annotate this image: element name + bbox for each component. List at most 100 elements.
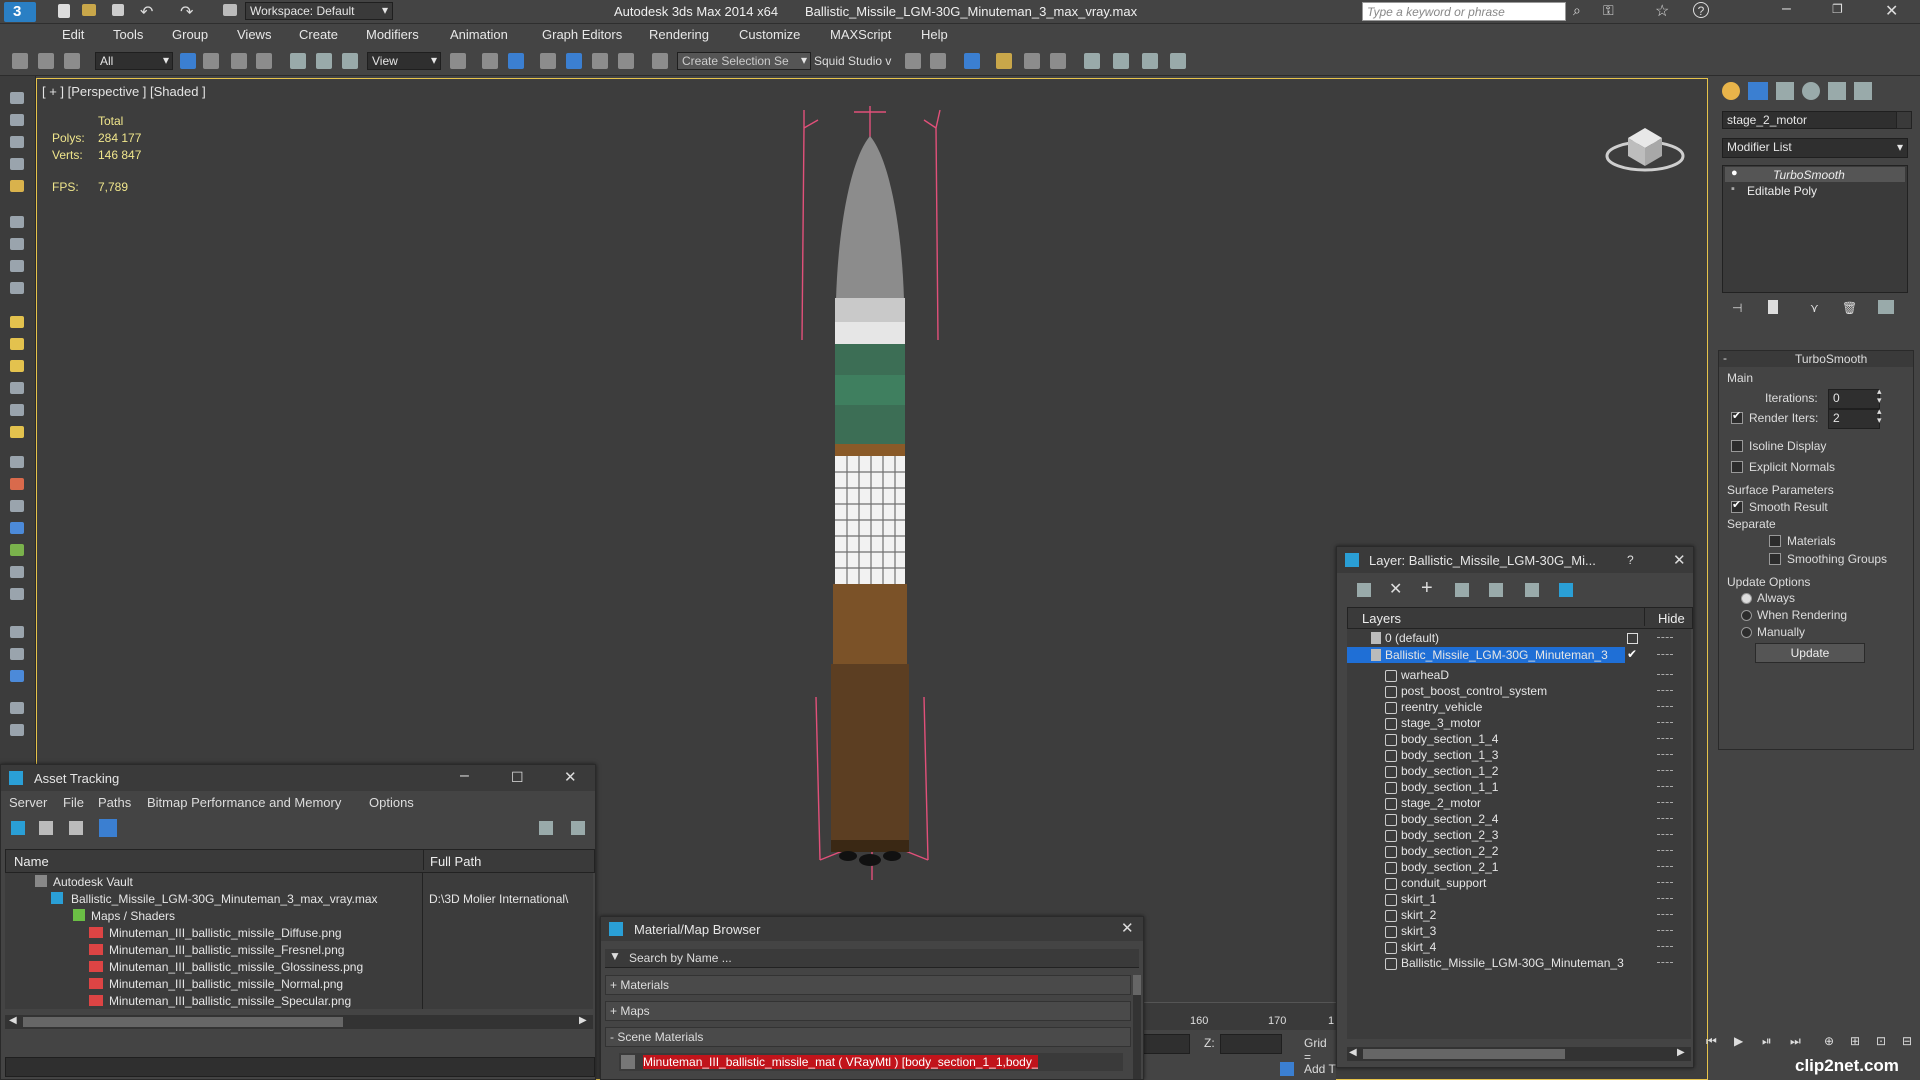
layer-object-row[interactable]: body_section_2_1 [1347,859,1689,875]
hide-toggle[interactable] [1657,754,1673,756]
maps-group[interactable]: + Maps [605,1001,1131,1021]
snap-icon[interactable] [540,53,556,69]
menu-options[interactable]: Options [369,795,414,810]
menu-animation[interactable]: Animation [450,27,508,42]
render-iters-spinner[interactable]: 2 [1828,409,1880,429]
add-to-layer-icon[interactable]: + [1421,577,1433,600]
open-file-icon[interactable] [82,4,96,16]
rect-selection-icon[interactable] [231,53,247,69]
always-radio[interactable] [1741,593,1752,604]
material-editor-icon[interactable] [1084,53,1100,69]
selection-filter-dropdown[interactable]: All ▾ [95,52,173,70]
z-coordinate-field[interactable] [1220,1034,1282,1054]
layer-object-row[interactable]: stage_2_motor [1347,795,1689,811]
maximize-icon[interactable]: ☐ [511,769,524,786]
hide-toggle[interactable] [1657,930,1673,932]
move-icon[interactable] [290,53,306,69]
help-icon[interactable]: ? [1693,2,1709,18]
rollout-header[interactable]: - TurboSmooth [1719,351,1913,367]
close-icon[interactable]: ✕ [1885,1,1898,21]
remove-modifier-icon[interactable]: 🗑 [1842,301,1857,315]
menu-create[interactable]: Create [299,27,338,42]
materials-group[interactable]: + Materials [605,975,1131,995]
render-production-icon[interactable] [1170,53,1186,69]
hide-toggle[interactable] [1657,802,1673,804]
checkmark-icon[interactable]: ✔ [1627,647,1637,661]
hide-toggle[interactable] [1657,898,1673,900]
layer-object-row[interactable]: body_section_2_2 [1347,843,1689,859]
manipulate-icon[interactable] [482,53,498,69]
maximize-icon[interactable]: ❐ [1832,2,1843,16]
layer-object-row[interactable]: skirt_2 [1347,907,1689,923]
project-folder-icon[interactable] [223,4,237,16]
tool-icon-1[interactable] [10,92,24,104]
tool-icon-23[interactable] [10,626,24,638]
tool-icon-5[interactable] [10,180,24,192]
layer-object-row[interactable]: post_boost_control_system [1347,683,1689,699]
tool-icon-14[interactable] [10,404,24,416]
mirror-icon[interactable] [905,53,921,69]
menu-paths[interactable]: Paths [98,795,131,810]
table-row[interactable]: Minuteman_III_ballistic_missile_Fresnel.… [5,941,593,957]
layer-object-row[interactable]: skirt_1 [1347,891,1689,907]
scroll-left-icon[interactable]: ◀ [1349,1047,1357,1058]
missile-model[interactable] [780,100,960,890]
menu-edit[interactable]: Edit [62,27,84,42]
hide-toggle[interactable] [1657,834,1673,836]
viewport-label[interactable]: [ + ] [Perspective ] [Shaded ] [42,84,206,99]
tool-icon-12[interactable] [10,360,24,372]
save-file-icon[interactable] [112,4,124,16]
hierarchy-tab-icon[interactable] [1776,82,1794,100]
menu-modifiers[interactable]: Modifiers [366,27,419,42]
layer-window-titlebar[interactable]: Layer: Ballistic_Missile_LGM-30G_Mi... ?… [1337,547,1693,573]
bind-spacewarp-icon[interactable] [64,53,80,69]
scrollbar-thumb[interactable] [1363,1049,1565,1059]
table-row[interactable]: Minuteman_III_ballistic_missile_Specular… [5,992,593,1008]
horizontal-scrollbar[interactable]: ◀ ▶ [5,1015,593,1029]
material-browser-titlebar[interactable]: Material/Map Browser ✕ [601,917,1143,941]
layer-object-row[interactable]: body_section_1_2 [1347,763,1689,779]
close-icon[interactable]: ✕ [1121,919,1134,937]
isoline-display-checkbox[interactable] [1731,440,1743,452]
expand-icon[interactable]: ▪ [1731,183,1735,195]
scene-materials-group[interactable]: - Scene Materials [605,1027,1131,1047]
object-name-field[interactable]: stage_2_motor [1722,111,1900,129]
table-view-icon[interactable] [99,819,117,837]
render-setup-icon[interactable] [1113,53,1129,69]
schematic-view-icon[interactable] [1050,53,1066,69]
column-path-header[interactable]: Full Path [430,854,481,869]
zoom-extents-icon[interactable]: ⊡ [1876,1034,1886,1048]
play-icon[interactable]: ▶ [1734,1034,1743,1048]
scrollbar-thumb[interactable] [1133,975,1141,995]
menu-file[interactable]: File [63,795,84,810]
display-tab-icon[interactable] [1828,82,1846,100]
create-layer-icon[interactable] [1357,583,1371,597]
zoom-all-icon[interactable]: ⊞ [1850,1034,1860,1048]
minimize-icon[interactable]: – [460,767,469,785]
menu-bitmap-performance[interactable]: Bitmap Performance and Memory [147,795,341,810]
squid-studio-label[interactable]: Squid Studio v [814,54,891,68]
reference-coordinate-dropdown[interactable]: View ▾ [367,52,441,70]
app-menu-button[interactable]: 3 [4,2,36,22]
workspace-dropdown[interactable]: Workspace: Default ▾ [245,2,393,20]
maximize-viewport-icon[interactable]: ⊟ [1902,1034,1912,1048]
layers-column-header[interactable]: Layers [1362,611,1401,626]
tool-icon-13[interactable] [10,382,24,394]
pin-stack-icon[interactable]: ⊣ [1732,301,1742,315]
hide-toggle[interactable] [1657,674,1673,676]
hide-toggle[interactable] [1657,738,1673,740]
menu-maxscript[interactable]: MAXScript [830,27,891,42]
layer-manager-icon[interactable] [964,53,980,69]
undo-icon[interactable]: ↶ [140,2,153,22]
menu-help[interactable]: Help [921,27,948,42]
separate-smoothing-groups-checkbox[interactable] [1769,553,1781,565]
layer-horizontal-scrollbar[interactable]: ◀ ▶ [1347,1047,1691,1061]
hide-toggle[interactable] [1657,722,1673,724]
tool-icon-15[interactable] [10,426,24,438]
list-view-icon[interactable] [39,821,53,835]
menu-group[interactable]: Group [172,27,208,42]
freeze-all-icon[interactable] [1559,583,1573,597]
make-unique-icon[interactable]: ⋎ [1810,301,1819,315]
table-row[interactable]: Autodesk Vault [5,873,593,889]
tool-icon-17[interactable] [10,478,24,490]
